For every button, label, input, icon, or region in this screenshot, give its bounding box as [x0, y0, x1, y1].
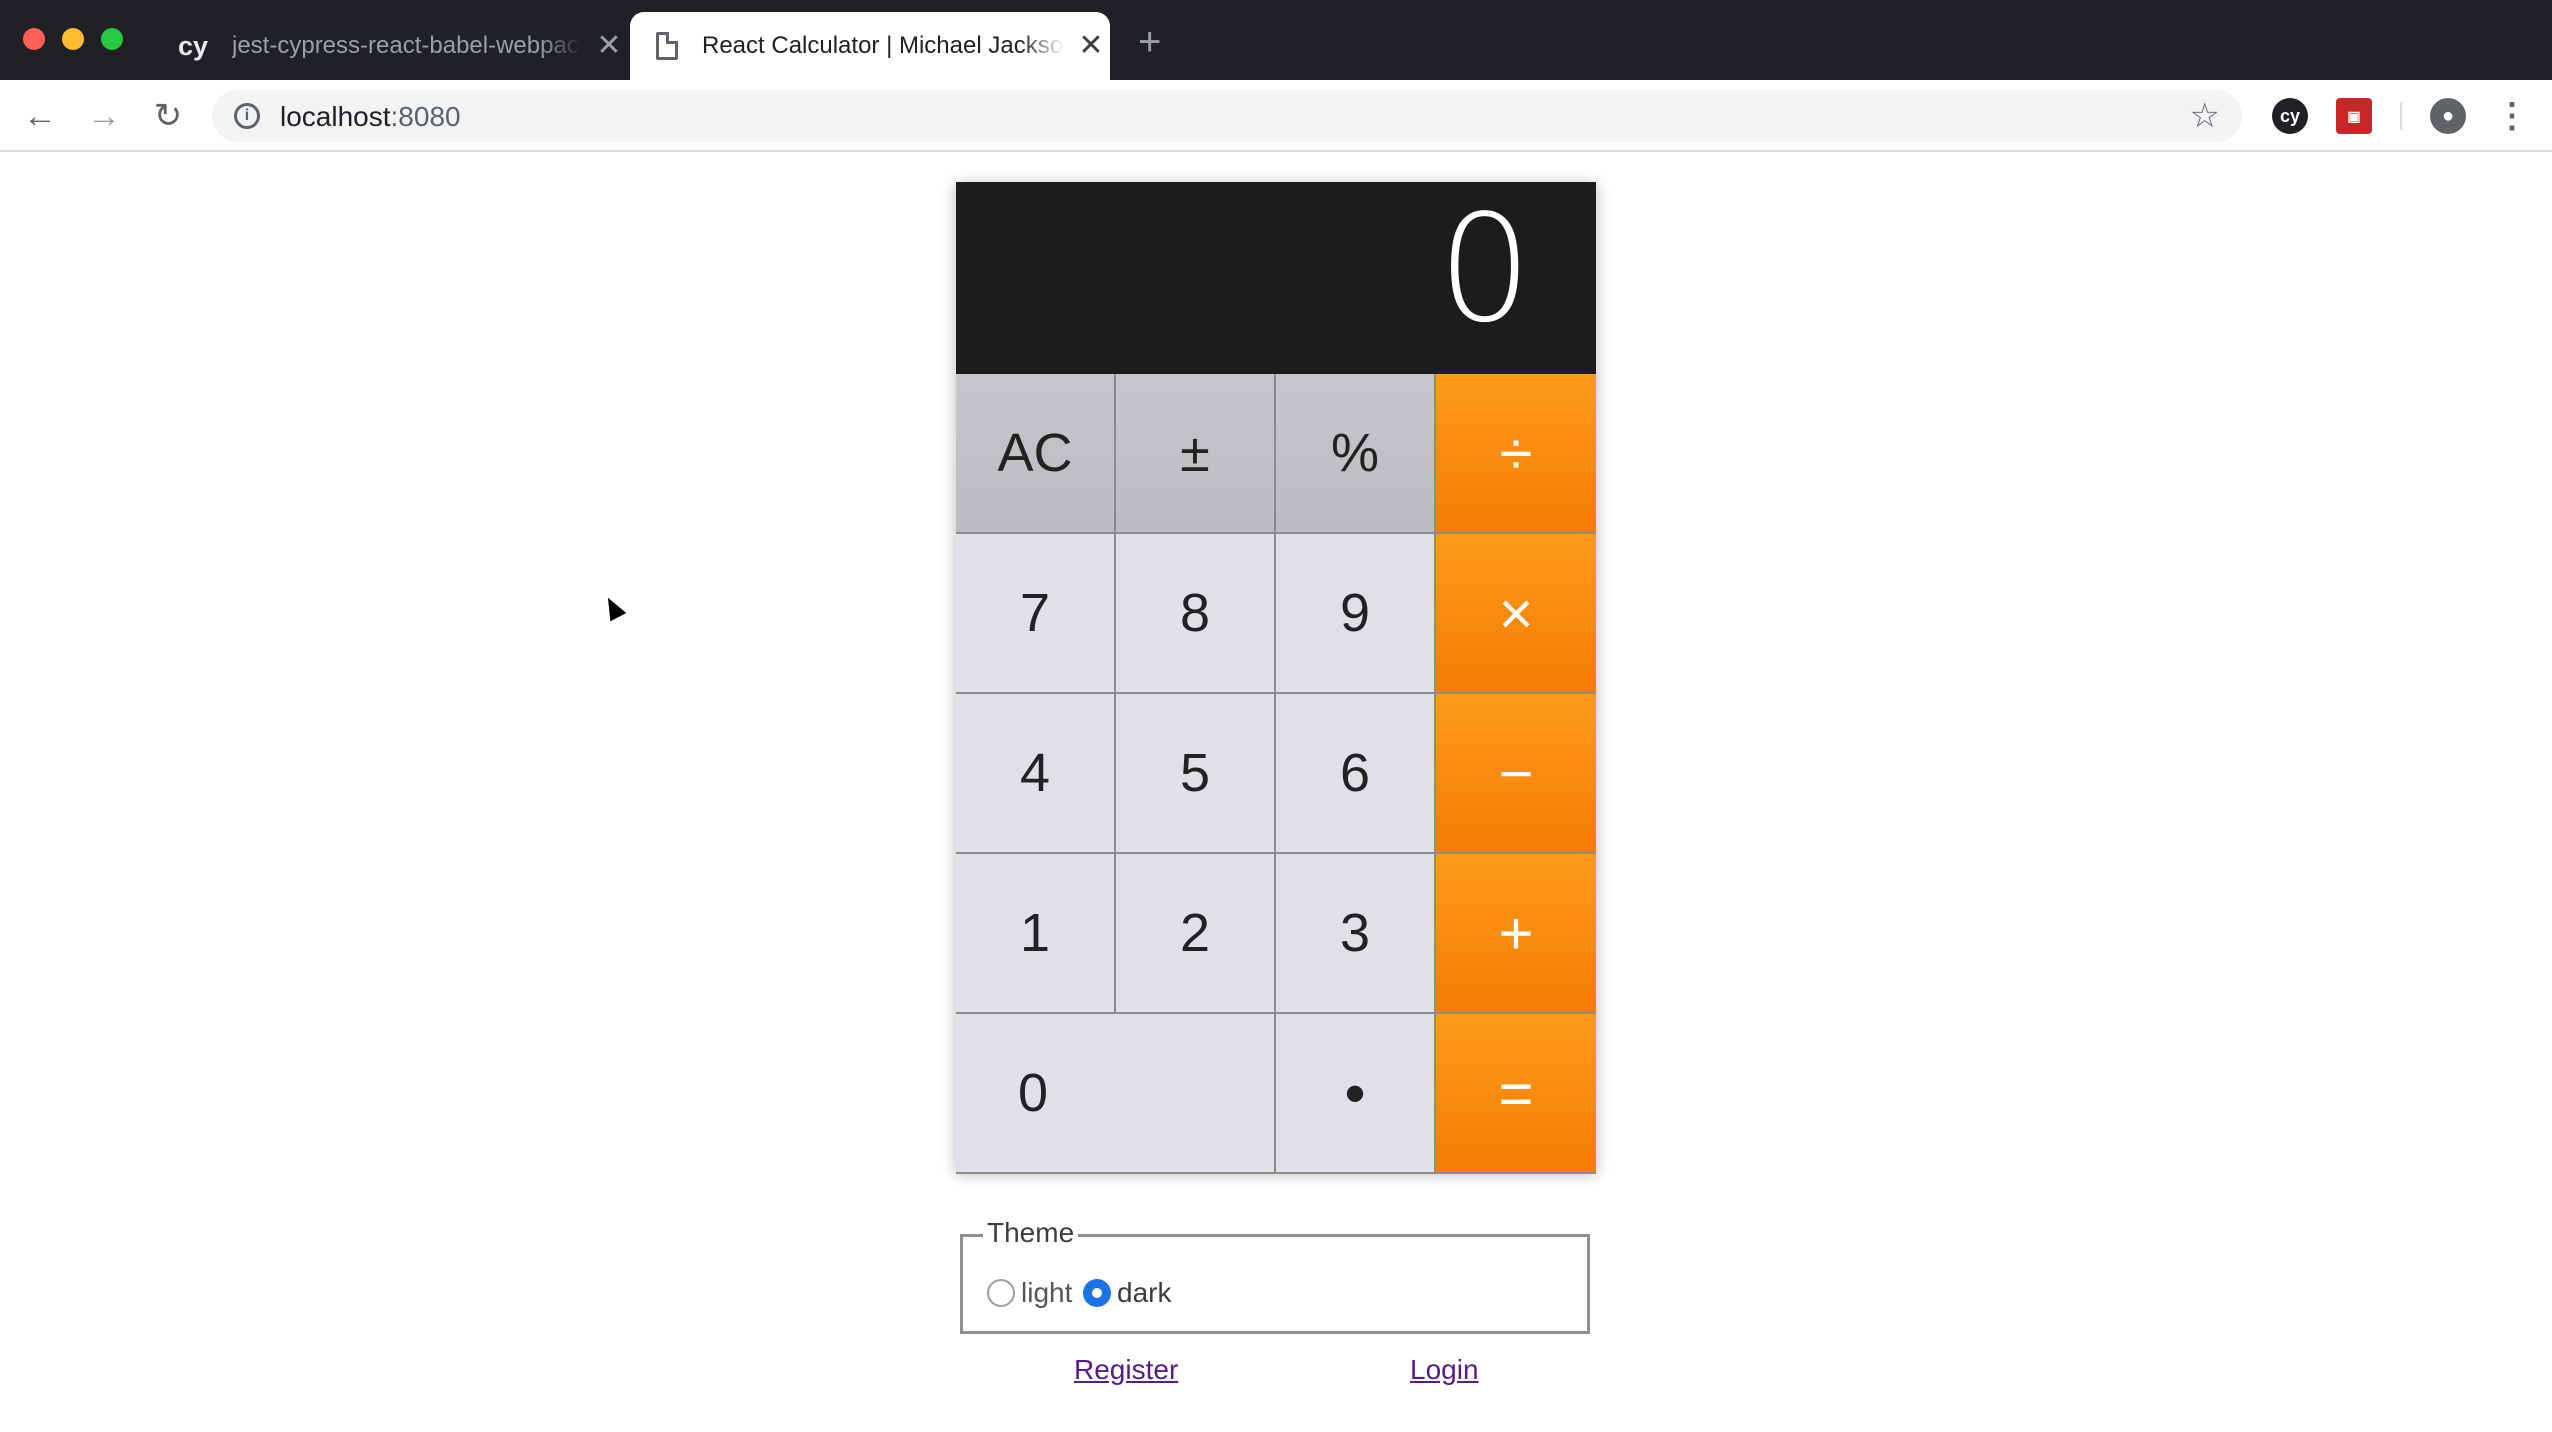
document-icon [656, 32, 678, 60]
calculator-keypad: AC ± % ÷ 7 8 9 × 4 5 6 − 1 2 3 + 0 • = [956, 374, 1596, 1174]
close-tab-icon[interactable]: ✕ [594, 31, 624, 61]
reload-icon[interactable]: ↻ [146, 94, 190, 138]
profile-avatar-icon[interactable]: ● [2430, 98, 2466, 134]
theme-fieldset: Theme light dark [960, 1217, 1590, 1334]
multiply-key[interactable]: × [1436, 534, 1596, 694]
calculator-display: 0 [956, 182, 1596, 374]
tab-cypress[interactable]: cy jest-cypress-react-babel-webpack ✕ [166, 12, 626, 80]
back-arrow-icon[interactable]: ← [18, 94, 62, 138]
maximize-window-button[interactable] [101, 28, 123, 50]
subtract-key[interactable]: − [1436, 694, 1596, 854]
close-tab-icon[interactable]: ✕ [1076, 31, 1106, 61]
login-link[interactable]: Login [1410, 1354, 1479, 1386]
digit-3-key[interactable]: 3 [1276, 854, 1436, 1014]
site-info-icon[interactable]: i [234, 103, 260, 129]
digit-4-key[interactable]: 4 [956, 694, 1116, 854]
percent-key[interactable]: % [1276, 374, 1436, 534]
cypress-favicon-icon: cy [178, 30, 209, 61]
url-host: localhost [280, 101, 391, 132]
tab-title: React Calculator | Michael Jackson [702, 32, 1064, 59]
forward-arrow-icon[interactable]: → [82, 94, 126, 138]
calculator: 0 AC ± % ÷ 7 8 9 × 4 5 6 − 1 2 3 + 0 • = [956, 182, 1596, 1174]
decimal-point-key[interactable]: • [1276, 1014, 1436, 1174]
minimize-window-button[interactable] [62, 28, 84, 50]
sign-toggle-key[interactable]: ± [1116, 374, 1276, 534]
new-tab-button[interactable]: + [1138, 22, 1161, 62]
display-value: 0 [1437, 183, 1532, 355]
tab-react-calculator[interactable]: React Calculator | Michael Jackson ✕ [630, 12, 1110, 80]
address-bar[interactable]: i localhost:8080 ☆ [212, 90, 2242, 142]
clear-key[interactable]: AC [956, 374, 1116, 534]
mouse-cursor-icon [600, 593, 627, 622]
cypress-extension-icon[interactable]: cy [2272, 98, 2308, 134]
register-link[interactable]: Register [1074, 1354, 1178, 1386]
light-radio[interactable] [987, 1279, 1015, 1307]
url-text: localhost:8080 [280, 101, 461, 133]
theme-legend: Theme [983, 1217, 1079, 1249]
digit-0-key[interactable]: 0 [956, 1014, 1276, 1174]
extension-icon[interactable]: ▣ [2336, 98, 2372, 134]
digit-6-key[interactable]: 6 [1276, 694, 1436, 854]
close-window-button[interactable] [23, 28, 45, 50]
digit-2-key[interactable]: 2 [1116, 854, 1276, 1014]
browser-tab-strip: cy jest-cypress-react-babel-webpack ✕ Re… [0, 0, 2552, 80]
dark-radio[interactable] [1083, 1279, 1111, 1307]
tab-title: jest-cypress-react-babel-webpack [232, 32, 582, 59]
digit-7-key[interactable]: 7 [956, 534, 1116, 694]
theme-option-light[interactable]: light [987, 1277, 1072, 1309]
digit-9-key[interactable]: 9 [1276, 534, 1436, 694]
digit-5-key[interactable]: 5 [1116, 694, 1276, 854]
bookmark-star-icon[interactable]: ☆ [2190, 96, 2220, 136]
theme-option-dark[interactable]: dark [1083, 1277, 1171, 1309]
browser-toolbar: ← → ↻ i localhost:8080 ☆ cy ▣ ● ⋮ [0, 80, 2552, 152]
divide-key[interactable]: ÷ [1436, 374, 1596, 534]
browser-menu-icon[interactable]: ⋮ [2494, 97, 2530, 135]
equals-key[interactable]: = [1436, 1014, 1596, 1174]
light-label: light [1021, 1277, 1073, 1308]
url-port: :8080 [390, 101, 461, 132]
add-key[interactable]: + [1436, 854, 1596, 1014]
digit-8-key[interactable]: 8 [1116, 534, 1276, 694]
digit-1-key[interactable]: 1 [956, 854, 1116, 1014]
toolbar-divider [2400, 102, 2402, 130]
dark-label: dark [1117, 1277, 1172, 1308]
